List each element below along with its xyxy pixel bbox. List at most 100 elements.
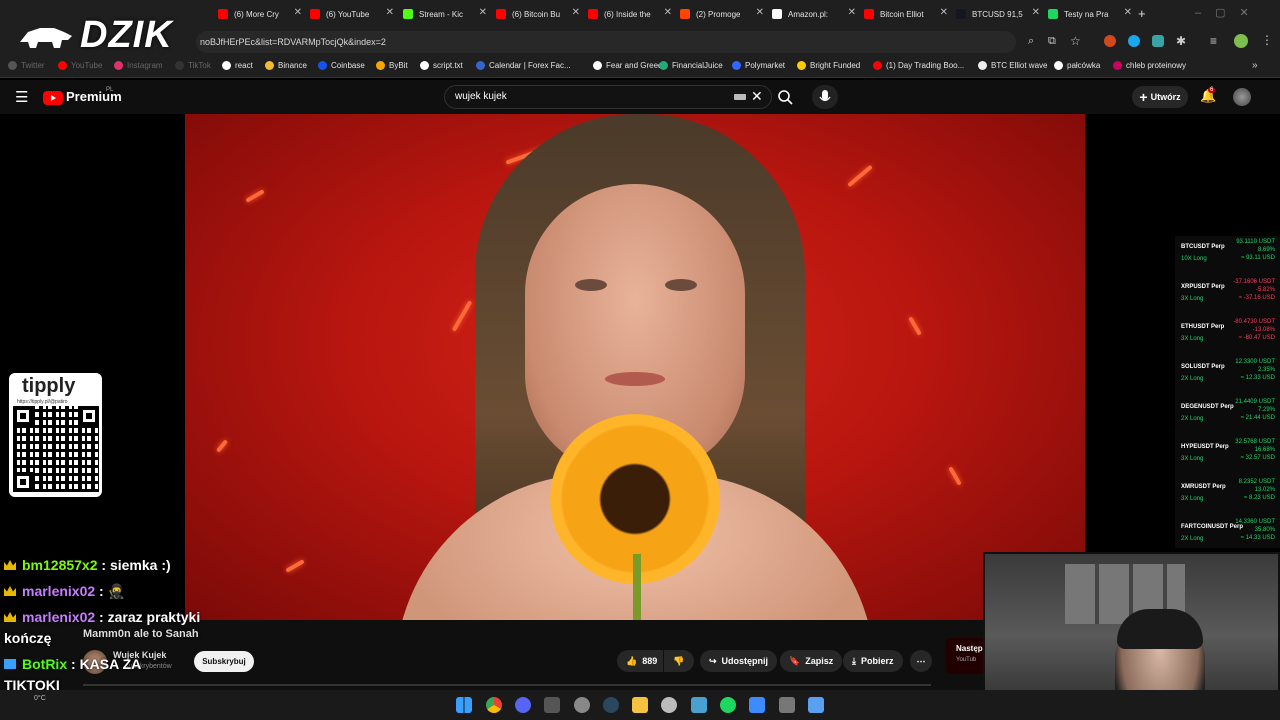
calculator-icon[interactable]	[779, 697, 795, 713]
steam-icon[interactable]	[603, 697, 619, 713]
create-button[interactable]: + Utwórz	[1132, 86, 1188, 108]
extension-icon[interactable]	[1128, 35, 1140, 47]
tab-close-icon[interactable]: ✕	[664, 7, 672, 18]
hamburger-menu-icon[interactable]: ☰	[15, 88, 28, 106]
tab-close-icon[interactable]: ✕	[1124, 7, 1132, 18]
account-avatar[interactable]	[1233, 88, 1251, 106]
bookmark-star-icon[interactable]: ☆	[1070, 34, 1081, 48]
subscribe-button[interactable]: Subskrybuj	[194, 651, 254, 672]
extension-icon[interactable]	[1104, 35, 1116, 47]
share-button[interactable]: ↪ Udostępnij	[700, 650, 778, 672]
bookmark-item[interactable]: Fear and Greed	[593, 61, 662, 70]
menu-kebab-icon[interactable]: ⋮	[1261, 33, 1273, 47]
browser-tab[interactable]: (6) Inside the ✕	[588, 4, 674, 24]
discord-icon[interactable]	[515, 697, 531, 713]
start-windows-icon[interactable]	[456, 697, 472, 713]
crypto-leverage: 3X Long	[1181, 456, 1204, 462]
youtube-logo-icon[interactable]	[43, 91, 63, 105]
settings-gear-icon[interactable]	[574, 697, 590, 713]
network-app-icon[interactable]	[691, 697, 707, 713]
bookmark-label: FinancialJuice	[672, 61, 723, 70]
search-button[interactable]	[772, 85, 798, 109]
reading-list-icon[interactable]: ≡	[1210, 34, 1217, 48]
photos-icon[interactable]	[749, 697, 765, 713]
next-video-card[interactable]: Następ YouTub	[946, 638, 986, 674]
url-text[interactable]: noBJfHErPEc&list=RDVARMpTocjQk&index=2	[200, 37, 386, 47]
tab-close-icon[interactable]: ✕	[756, 7, 764, 18]
bookmark-item[interactable]: Binance	[265, 61, 307, 70]
bookmarks-overflow-icon[interactable]: »	[1252, 60, 1258, 71]
bookmark-item[interactable]: TikTok	[175, 61, 211, 70]
keyboard-icon[interactable]	[734, 94, 746, 100]
clear-search-icon[interactable]: ✕	[751, 88, 763, 105]
bookmark-item[interactable]: ByBit	[376, 61, 408, 70]
crypto-leverage: 2X Long	[1181, 416, 1204, 422]
bookmark-item[interactable]: BTC Elliot wave	[978, 61, 1047, 70]
bookmark-item[interactable]: YouTube	[58, 61, 102, 70]
bookmark-favicon-icon	[1054, 61, 1063, 70]
notepad-icon[interactable]	[808, 697, 824, 713]
tab-close-icon[interactable]: ✕	[294, 7, 302, 18]
bookmark-item[interactable]: Instagram	[114, 61, 163, 70]
chrome-icon[interactable]	[486, 697, 502, 713]
like-button[interactable]: 👍 889	[617, 650, 663, 672]
tab-favicon-icon	[310, 9, 320, 19]
spotify-icon[interactable]	[720, 697, 736, 713]
bookmark-item[interactable]: Coinbase	[318, 61, 365, 70]
bookmark-item[interactable]: (1) Day Trading Boo...	[873, 61, 964, 70]
browser-tab[interactable]: Stream - Kic ✕	[403, 4, 489, 24]
dislike-button[interactable]: 👎	[664, 650, 694, 672]
bookmark-favicon-icon	[732, 61, 741, 70]
browser-tab[interactable]: (6) Bitcoin Bu ✕	[496, 4, 582, 24]
bookmark-item[interactable]: Calendar | Forex Fac...	[476, 61, 571, 70]
bookmark-item[interactable]: Bright Funded	[797, 61, 860, 70]
bookmark-item[interactable]: Twitter	[8, 61, 45, 70]
browser-tab[interactable]: (2) Promoge ✕	[680, 4, 766, 24]
tab-title: Amazon.pl:	[788, 9, 829, 19]
bookmark-item[interactable]: pałcówka	[1054, 61, 1100, 70]
zoom-icon[interactable]: ⌕	[1028, 35, 1034, 48]
browser-tab[interactable]: (6) More Cry ✕	[218, 4, 304, 24]
tab-title: (6) Inside the	[604, 9, 651, 19]
download-button[interactable]: ⤓ Pobierz	[843, 650, 903, 672]
save-button[interactable]: 🔖 Zapisz	[780, 650, 843, 672]
voice-search-icon[interactable]	[812, 85, 838, 109]
bookmark-favicon-icon	[222, 61, 231, 70]
more-actions-button[interactable]: ⋯	[910, 650, 932, 672]
bookmark-item[interactable]: react	[222, 61, 253, 70]
tab-close-icon[interactable]: ✕	[848, 7, 856, 18]
browser-tab[interactable]: (6) YouTube ✕	[310, 4, 396, 24]
window-controls[interactable]: –▢✕	[1195, 6, 1263, 19]
ccleaner-icon[interactable]	[661, 697, 677, 713]
install-icon[interactable]: ⧉	[1048, 35, 1056, 48]
search-input[interactable]: wujek kujek	[455, 91, 507, 102]
extension-icon[interactable]	[1152, 35, 1164, 47]
browser-tab[interactable]: Amazon.pl: ✕	[772, 4, 858, 24]
crypto-pnl: 93.1110 USDT 8.69% ≈ 93.11 USD	[1236, 238, 1275, 262]
crypto-position-row: ETHUSDT Perp 3X Long -80.4730 USDT -13.08% ≈…	[1179, 318, 1279, 354]
extensions-puzzle-icon[interactable]: ✱	[1176, 34, 1186, 48]
download-label: Pobierz	[860, 656, 894, 666]
tab-close-icon[interactable]: ✕	[386, 7, 394, 18]
tab-favicon-icon	[588, 9, 598, 19]
new-tab-button[interactable]: +	[1138, 6, 1146, 21]
bookmark-item[interactable]: FinancialJuice	[659, 61, 723, 70]
file-explorer-icon[interactable]	[632, 697, 648, 713]
tab-close-icon[interactable]: ✕	[940, 7, 948, 18]
bookmark-item[interactable]: Polymarket	[732, 61, 785, 70]
profile-avatar[interactable]	[1234, 34, 1248, 48]
bookmark-label: (1) Day Trading Boo...	[886, 61, 965, 70]
bookmark-label: Fear and Greed	[606, 61, 663, 70]
bookmark-label: Binance	[278, 61, 307, 70]
bookmark-item[interactable]: script.txt	[420, 61, 463, 70]
bookmark-item[interactable]: chleb proteinowy	[1113, 61, 1186, 70]
browser-tab[interactable]: BTCUSD 91,5 ✕	[956, 4, 1042, 24]
video-player[interactable]	[185, 114, 1085, 620]
browser-tab[interactable]: Testy na Pra ✕	[1048, 4, 1134, 24]
tab-close-icon[interactable]: ✕	[479, 7, 487, 18]
tab-close-icon[interactable]: ✕	[1032, 7, 1040, 18]
tab-close-icon[interactable]: ✕	[572, 7, 580, 18]
obs-icon[interactable]	[544, 697, 560, 713]
browser-tab[interactable]: Bitcoin Elliot ✕	[864, 4, 950, 24]
tab-title: Stream - Kic	[419, 9, 464, 19]
